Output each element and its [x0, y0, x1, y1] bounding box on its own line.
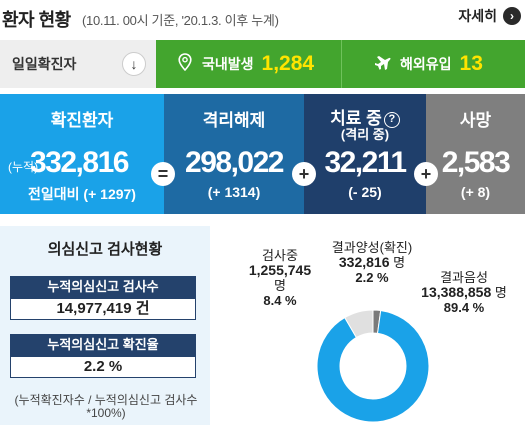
- page-subtitle: (10.11. 00시 기준, '20.1.3. 이후 누계): [82, 13, 279, 28]
- death-title: 사망: [459, 111, 492, 130]
- confirm-rate-label: 누적의심신고 확진율: [10, 334, 196, 356]
- testing-percent: 8.4 %: [263, 293, 297, 308]
- arrow-down-icon[interactable]: ↓: [122, 52, 146, 76]
- treatment-value: 32,211: [324, 146, 407, 179]
- cumulative-tests-label: 누적의심신고 검사수: [10, 276, 196, 298]
- testing-label-group: 검사중 1,255,745 명 8.4 %: [236, 248, 324, 308]
- positive-value-row: 332,816 명: [320, 254, 424, 271]
- confirmed-panel: 확진환자 (누적) 332,816 전일대비 (+ 1297): [0, 94, 164, 214]
- death-value: 2,583: [441, 146, 511, 179]
- daily-label-box[interactable]: 일일확진자 ↓: [0, 40, 156, 88]
- positive-value: 332,816: [338, 254, 390, 270]
- negative-label-group: 결과음성 13,388,858 명 89.4 %: [406, 270, 522, 315]
- equals-icon: =: [151, 162, 175, 186]
- testing-label: 검사중: [262, 248, 298, 263]
- negative-label: 결과음성: [440, 270, 488, 285]
- negative-value-row: 13,388,858 명: [406, 284, 522, 301]
- page-title: 환자 현황: [2, 10, 71, 30]
- death-delta: (+ 8): [460, 184, 491, 200]
- airplane-icon: [374, 54, 392, 74]
- negative-percent: 89.4 %: [443, 300, 485, 315]
- positive-label: 결과양성(확진): [331, 240, 413, 255]
- negative-value: 13,388,858: [421, 284, 492, 300]
- donut-chart: [316, 309, 430, 423]
- negative-unit: 명: [494, 285, 507, 300]
- testing-unit: 명: [274, 278, 286, 293]
- test-result-donut: 검사중 1,255,745 명 8.4 % 결과양성(확진) 332,816 명…: [216, 226, 525, 425]
- confirmed-title: 확진환자: [50, 111, 114, 130]
- confirmed-delta: 전일대비 (+ 1297): [28, 186, 136, 202]
- treatment-delta: (- 25): [348, 184, 382, 200]
- released-panel: 격리해제 298,022 (+ 1314): [164, 94, 304, 214]
- domestic-value: 1,284: [261, 52, 315, 75]
- overseas-label: 해외유입: [400, 56, 452, 72]
- test-title: 의심신고 검사현황: [47, 241, 163, 258]
- released-title: 격리해제: [202, 111, 266, 130]
- overseas-cell: 해외유입 13: [342, 40, 525, 88]
- detail-label: 자세히: [458, 8, 497, 24]
- confirm-rate-value: 2.2 %: [10, 356, 196, 378]
- overseas-value: 13: [459, 52, 483, 75]
- location-pin-icon: [176, 53, 194, 75]
- death-panel: 사망 2,583 (+ 8): [426, 94, 525, 214]
- positive-unit: 명: [393, 255, 406, 270]
- plus-icon: +: [292, 162, 316, 186]
- released-value: 298,022: [185, 146, 284, 179]
- plus-icon: +: [414, 162, 438, 186]
- daily-label: 일일확진자: [12, 56, 77, 72]
- detail-link[interactable]: 자세히 ›: [458, 6, 521, 26]
- daily-confirmed-bar: 일일확진자 ↓ 국내발생 1,284 해외유입 13: [0, 40, 525, 88]
- treatment-panel: 치료 중? (격리 중) 32,211 (- 25): [304, 94, 426, 214]
- domestic-label: 국내발생: [202, 56, 254, 72]
- testing-value: 1,255,745: [248, 262, 312, 278]
- cumulative-tests-value: 14,977,419 건: [10, 298, 196, 320]
- stats-panels: 확진환자 (누적) 332,816 전일대비 (+ 1297) 격리해제 298…: [0, 94, 525, 214]
- released-delta: (+ 1314): [207, 184, 261, 200]
- header: 환자 현황 (10.11. 00시 기준, '20.1.3. 이후 누계) 자세…: [0, 0, 525, 36]
- test-status-box: 의심신고 검사현황 누적의심신고 검사수 14,977,419 건 누적의심신고…: [0, 226, 210, 425]
- treatment-subtitle: (격리 중): [340, 127, 390, 142]
- confirmed-value: 332,816: [30, 146, 129, 179]
- chevron-right-icon: ›: [503, 7, 521, 25]
- domestic-cell: 국내발생 1,284: [156, 40, 342, 88]
- rate-formula-note: (누적확진자수 / 누적의심신고 검사수 *100%): [14, 393, 198, 420]
